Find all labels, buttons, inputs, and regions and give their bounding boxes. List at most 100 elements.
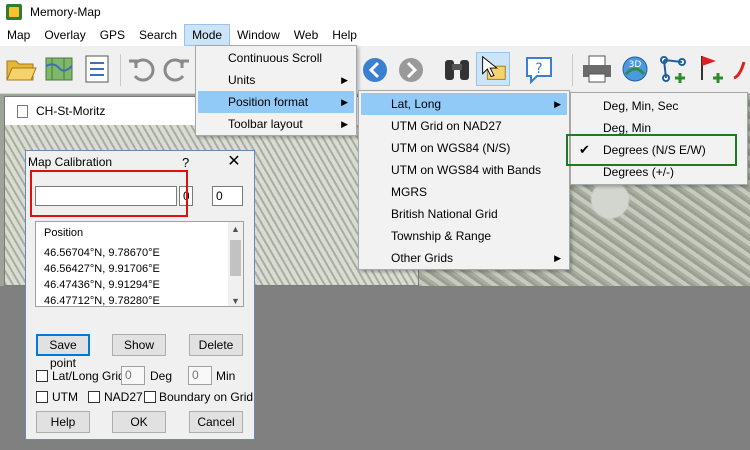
red-annotation-box	[30, 170, 188, 217]
map-view-icon[interactable]	[42, 52, 76, 86]
boundary-on-grid-label: Boundary on Grid	[159, 390, 254, 404]
deg-label: Deg	[150, 369, 173, 383]
latlong-grid-label: Lat/Long Grid	[52, 369, 125, 383]
submenu-arrow-icon: ▶	[341, 119, 348, 129]
show-button[interactable]: Show	[112, 334, 166, 356]
menu-web[interactable]: Web	[287, 24, 325, 46]
menu-bar: Map Overlay GPS Search Mode Window Web H…	[0, 24, 750, 46]
dialog-title: Map Calibration	[28, 155, 113, 169]
menu-window[interactable]: Window	[230, 24, 287, 46]
menu-item-utm-wgs84[interactable]: UTM on WGS84 (N/S)	[361, 137, 567, 159]
forward-arrow-icon[interactable]	[394, 52, 428, 86]
position-list[interactable]: Position 46.56704°N, 9.78670°E 46.56427°…	[35, 221, 244, 307]
list-scrollbar[interactable]: ▲ ▼	[228, 222, 243, 306]
title-bar: Memory-Map	[0, 0, 750, 24]
min-field[interactable]: 0	[188, 366, 212, 385]
submenu-arrow-icon: ▶	[341, 97, 348, 107]
menu-item-township-range[interactable]: Township & Range	[361, 225, 567, 247]
menu-item-continuous-scroll[interactable]: Continuous Scroll	[198, 47, 354, 69]
submenu-arrow-icon: ▶	[554, 99, 561, 109]
menu-item-label: Lat, Long	[391, 97, 442, 111]
menu-item-label: Township & Range	[391, 229, 492, 243]
menu-item-toolbar-layout[interactable]: Toolbar layout ▶	[198, 113, 354, 135]
toolbar: ? 3D	[0, 46, 750, 94]
map-window-title: CH-St-Moritz	[36, 104, 106, 118]
menu-search[interactable]: Search	[132, 24, 184, 46]
close-icon[interactable]: ✕	[224, 151, 244, 171]
open-folder-icon[interactable]	[4, 52, 38, 86]
menu-mode[interactable]: Mode	[184, 24, 231, 46]
redo-icon[interactable]	[160, 52, 194, 86]
menu-map[interactable]: Map	[0, 24, 37, 46]
min-label: Min	[216, 369, 236, 383]
submenu-arrow-icon: ▶	[554, 253, 561, 263]
menu-item-label: Toolbar layout	[228, 117, 303, 131]
deg-field[interactable]: 0	[121, 366, 145, 385]
submenu-arrow-icon: ▶	[341, 75, 348, 85]
3d-view-icon[interactable]: 3D	[618, 52, 652, 86]
boundary-on-grid-checkbox[interactable]	[144, 391, 156, 403]
menu-item-other-grids[interactable]: Other Grids ▶	[361, 247, 567, 269]
menu-item-label: Units	[228, 73, 256, 87]
track-draw-icon[interactable]	[730, 52, 750, 86]
delete-button[interactable]: Delete	[189, 334, 243, 356]
menu-item-utm-nad27[interactable]: UTM Grid on NAD27	[361, 115, 567, 137]
list-header: Position	[44, 227, 84, 239]
menu-item-label: British National Grid	[391, 207, 498, 221]
list-icon[interactable]	[80, 52, 114, 86]
menu-item-lat-long[interactable]: Lat, Long ▶	[361, 93, 567, 115]
nad27-label: NAD27	[104, 390, 143, 404]
menu-item-label: Other Grids	[391, 251, 454, 265]
toolbar-separator	[572, 54, 573, 86]
menu-item-british-grid[interactable]: British National Grid	[361, 203, 567, 225]
binoculars-icon[interactable]	[440, 52, 474, 86]
save-point-button[interactable]: Save point	[36, 334, 90, 370]
help-icon[interactable]: ?	[182, 155, 189, 170]
scroll-down-icon[interactable]: ▼	[228, 294, 243, 306]
utm-label: UTM	[52, 390, 78, 404]
app-icon	[6, 4, 22, 20]
toolbar-separator	[120, 54, 121, 86]
menu-item-label: Position format	[228, 95, 309, 109]
menu-item-label: Deg, Min, Sec	[603, 99, 679, 113]
scroll-up-icon[interactable]: ▲	[228, 222, 243, 236]
menu-item-utm-wgs84-bands[interactable]: UTM on WGS84 with Bands	[361, 159, 567, 181]
menu-item-position-format[interactable]: Position format ▶	[198, 91, 354, 113]
green-annotation-box	[566, 134, 737, 166]
route-add-icon[interactable]	[656, 52, 690, 86]
list-item[interactable]: 46.56704°N, 9.78670°E	[44, 247, 160, 259]
menu-item-label: UTM on WGS84 with Bands	[391, 163, 542, 177]
printer-icon[interactable]	[580, 52, 614, 86]
svg-text:3D: 3D	[629, 60, 642, 70]
menu-item-label: UTM Grid on NAD27	[391, 119, 502, 133]
menu-gps[interactable]: GPS	[93, 24, 132, 46]
help-button[interactable]: Help	[36, 411, 90, 433]
cancel-button[interactable]: Cancel	[189, 411, 243, 433]
menu-help[interactable]: Help	[325, 24, 364, 46]
small-field-2[interactable]	[212, 186, 243, 206]
latlong-grid-checkbox[interactable]	[36, 370, 48, 382]
menu-item-units[interactable]: Units ▶	[198, 69, 354, 91]
menu-item-deg-min-sec[interactable]: Deg, Min, Sec	[573, 95, 745, 117]
list-item[interactable]: 46.47436°N, 9.91294°E	[44, 279, 160, 291]
position-format-menu: Lat, Long ▶ UTM Grid on NAD27 UTM on WGS…	[358, 90, 570, 270]
select-pointer-icon[interactable]	[476, 52, 510, 86]
utm-checkbox[interactable]	[36, 391, 48, 403]
menu-item-label: UTM on WGS84 (N/S)	[391, 141, 511, 155]
menu-item-label: MGRS	[391, 185, 427, 199]
list-item[interactable]: 46.56427°N, 9.91706°E	[44, 263, 160, 275]
help-bubble-icon[interactable]: ?	[522, 52, 556, 86]
document-icon	[17, 104, 28, 118]
menu-overlay[interactable]: Overlay	[37, 24, 92, 46]
svg-text:?: ?	[535, 61, 542, 77]
menu-item-mgrs[interactable]: MGRS	[361, 181, 567, 203]
window-title: Memory-Map	[30, 5, 101, 19]
scroll-thumb[interactable]	[230, 240, 241, 276]
undo-icon[interactable]	[124, 52, 158, 86]
nad27-checkbox[interactable]	[88, 391, 100, 403]
back-arrow-icon[interactable]	[358, 52, 392, 86]
ok-button[interactable]: OK	[112, 411, 166, 433]
list-item[interactable]: 46.47712°N, 9.78280°E	[44, 295, 160, 306]
menu-item-label: Continuous Scroll	[228, 51, 323, 65]
waypoint-add-icon[interactable]	[694, 52, 728, 86]
